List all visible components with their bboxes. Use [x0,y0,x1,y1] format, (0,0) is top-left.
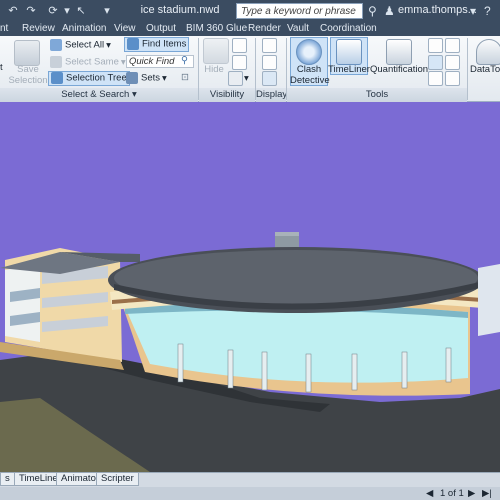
tab-scripter-window[interactable]: Scripter [96,473,139,486]
tab-view[interactable]: View [114,22,136,35]
select-all-label: Select All [65,39,105,51]
select-all-icon [50,39,62,51]
timeliner-label: TimeLiner [328,64,370,75]
scripter-tool-icon[interactable] [428,55,443,70]
save-selection-button[interactable]: Selection [8,75,48,86]
tab-coordination[interactable]: Coordination [320,22,377,35]
help-icon[interactable]: ? [484,3,491,19]
datatools-button[interactable]: DataToo [470,64,500,75]
next-page-icon[interactable]: ▶ [468,488,475,500]
datatools-icon [476,39,500,65]
undo-icon[interactable]: ↶ [6,3,20,19]
ribbon-separator [467,38,468,100]
links-icon[interactable] [262,38,277,53]
animator-tool-icon[interactable] [428,38,443,53]
unhide-all-dropdown-icon[interactable]: ▾ [244,73,249,85]
autodesk-rendering-icon[interactable] [445,71,460,86]
user-icon[interactable]: ♟ [384,3,395,19]
select-all-button[interactable]: Select All ▾ [50,39,111,53]
quantification-button[interactable]: Quantification [370,64,428,75]
select-all-dropdown-icon[interactable]: ▾ [106,40,111,51]
document-title: ice stadium.nwd [140,4,220,16]
first-page-icon[interactable]: ◀ [426,488,433,500]
select-same-button[interactable]: Select Same ▾ [50,56,126,70]
select-same-icon [50,56,62,68]
bottom-bar: s TimeLiner Animator Scripter ◀ 1 of 1 ▶… [0,472,500,500]
last-page-icon[interactable]: ▶| [482,488,492,500]
redo-icon[interactable]: ↷ [24,3,38,19]
binoculars-icon[interactable]: ⚲ [368,3,377,19]
sets-manage-icon[interactable]: ⊡ [181,72,189,84]
user-menu-dropdown-icon[interactable]: ▾ [470,3,476,19]
hide-unselected-icon[interactable] [232,55,247,70]
batch-utility-icon[interactable] [428,71,443,86]
status-bar [0,487,500,500]
find-items-button[interactable]: Find Items [124,37,190,52]
clash-detective-label-line2: Detective [290,75,330,86]
panel-tools: Tools [287,88,467,102]
sets-button[interactable]: Sets ▾ [126,72,167,86]
find-items-icon [127,38,139,50]
title-bar: ↶ ↷ ⟳ ▾ ↖ ▾ ice stadium.nwd Type a keywo… [0,0,500,22]
panel-select-search-label: Select & Search [61,89,130,100]
3d-viewport[interactable] [0,102,500,472]
find-items-label: Find Items [142,38,187,50]
search-input[interactable]: Type a keyword or phrase [236,3,363,19]
quick-access-more-icon[interactable]: ▾ [100,3,114,19]
timeliner-icon [336,39,362,65]
tab-home[interactable]: nt [0,22,8,35]
tab-sets-window[interactable]: s [0,473,15,486]
sets-label: Sets [141,72,161,84]
quick-properties-icon[interactable] [262,55,277,70]
print-dropdown-icon[interactable]: ▾ [60,3,74,19]
compare-tool-icon[interactable] [445,38,460,53]
ribbon-tabs: nt Review Animation View Output BIM 360 … [0,22,500,36]
save-selection-icon [14,40,40,66]
page-indicator: 1 of 1 [440,488,464,499]
tab-review[interactable]: Review [22,22,55,35]
refresh-icon[interactable]: ⟳ [46,3,60,19]
panel-visibility: Visibility [199,88,255,102]
select-same-label: Select Same [65,56,119,68]
unhide-all-icon[interactable] [228,71,243,86]
tab-animation[interactable]: Animation [62,22,106,35]
tab-output[interactable]: Output [146,22,176,35]
hide-icon [203,38,229,64]
tab-render[interactable]: Render [248,22,281,35]
properties-icon[interactable] [262,71,277,86]
selection-tree-icon [51,72,63,84]
select-same-dropdown-icon[interactable]: ▾ [121,57,126,68]
user-name[interactable]: emma.thomps... [398,4,477,16]
quantification-icon [386,39,412,65]
selection-tree-label: Selection Tree [66,72,127,84]
clash-detective-label-line1: Clash [296,64,322,75]
quick-find-search-icon[interactable]: ⚲ [181,55,188,67]
tab-bim360-glue[interactable]: BIM 360 Glue [186,22,247,35]
require-icon[interactable] [232,38,247,53]
panel-display: Display [256,88,288,102]
select-icon[interactable]: ↖ [74,3,88,19]
hide-button[interactable]: Hide [200,64,228,75]
selection-tree-button[interactable]: Selection Tree [48,71,130,86]
save-selection-label-line1: Save [17,64,39,75]
panel-select-search[interactable]: Select & Search ▾ [0,88,198,102]
clash-detective-icon [296,39,322,65]
sets-dropdown-icon[interactable]: ▾ [162,73,167,84]
stadium-model-render[interactable] [0,102,500,472]
panel-select-search-dropdown-icon[interactable]: ▾ [132,89,137,100]
appearance-profiler-icon[interactable] [445,55,460,70]
panel-overflow-label: t [0,62,3,73]
tab-vault[interactable]: Vault [287,22,309,35]
sets-icon [126,72,138,84]
